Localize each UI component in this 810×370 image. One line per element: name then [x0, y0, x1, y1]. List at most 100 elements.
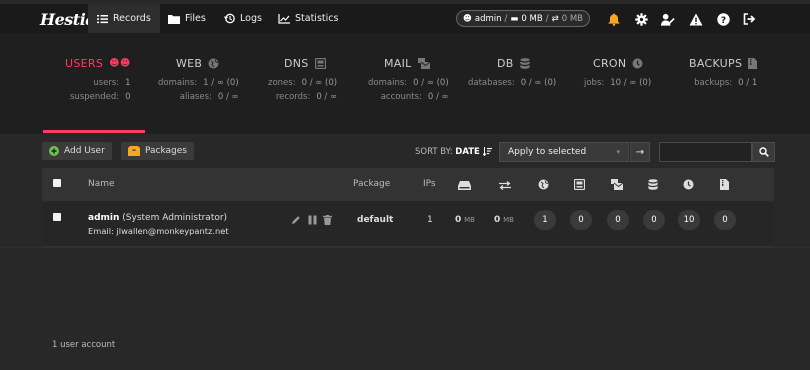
user-fullname: (System Administrator)	[122, 213, 228, 223]
database-icon	[520, 58, 530, 69]
stat-dns-title: DNS	[284, 57, 309, 70]
bell-icon	[608, 13, 620, 26]
updates-button[interactable]	[689, 12, 703, 26]
globe-icon	[208, 58, 219, 69]
stat-users-title: USERS	[65, 57, 104, 70]
user-email: jlwallen@monkeypantz.net	[116, 226, 229, 236]
user-name: admin	[474, 13, 502, 24]
top-navbar: Hestia Records Files Logs Statistics ☻ a…	[0, 4, 810, 33]
bulk-action-select[interactable]: Apply to selected ▾	[499, 142, 629, 162]
col-name[interactable]: Name	[88, 179, 115, 189]
user-bandwidth: 0 MB	[494, 215, 514, 225]
stat-dns[interactable]: DNS zones: 0 / ∞ (0) records: 0 / ∞	[268, 57, 337, 104]
user-ips: 1	[427, 215, 433, 225]
user-menu[interactable]: ☻ admin / ▬ 0 MB / ⇄ 0 MB	[456, 10, 590, 27]
stat-mail[interactable]: MAIL domains: 0 / ∞ (0) accounts: 0 / ∞	[368, 57, 449, 104]
arrow-right-icon: →	[635, 146, 645, 158]
table-row[interactable]: admin (System Administrator) Email: jlwa…	[42, 203, 774, 247]
logout-button[interactable]	[742, 12, 756, 26]
box-icon	[128, 146, 140, 156]
web-count-badge: 1	[534, 210, 556, 230]
user-bandwidth: 0 MB	[561, 13, 583, 24]
notifications-button[interactable]	[607, 12, 621, 26]
divider	[0, 247, 810, 248]
stat-label: jobs:	[584, 78, 605, 88]
database-icon	[648, 179, 658, 190]
col-ips[interactable]: IPs	[423, 179, 436, 189]
stat-value: 0 / ∞ (0)	[301, 78, 338, 88]
stat-users[interactable]: USERS ☻☻ users: 1 suspended: 0	[62, 57, 131, 104]
file-archive-icon	[748, 58, 758, 69]
table-header: Name Package IPs	[42, 168, 774, 201]
users-icon: ☻☻	[109, 58, 131, 69]
search-input[interactable]	[659, 142, 752, 162]
stat-value: 0 / ∞ (0)	[520, 78, 557, 88]
add-user-label: Add User	[64, 146, 105, 156]
stat-label: domains:	[368, 78, 408, 88]
row-checkbox[interactable]	[53, 213, 61, 221]
help-button[interactable]: ?	[716, 12, 730, 26]
sort-by-label: SORT BY:	[415, 147, 453, 157]
user-disk: 0 MB	[455, 215, 475, 225]
chart-line-icon	[278, 13, 290, 24]
user-disk: 0 MB	[521, 13, 543, 24]
gear-icon	[634, 12, 648, 26]
users-button[interactable]	[661, 12, 675, 26]
edit-icon[interactable]	[291, 215, 301, 225]
mail-bulk-icon	[611, 179, 623, 190]
stat-label: zones:	[268, 78, 296, 88]
tab-statistics-label: Statistics	[295, 13, 339, 24]
stat-backups[interactable]: BACKUPS backups: 0 / 1	[689, 57, 758, 90]
stat-value: 1	[125, 78, 131, 88]
mail-count-badge: 0	[607, 210, 629, 230]
trash-icon[interactable]	[323, 215, 332, 225]
disk-value: 0	[455, 215, 462, 225]
stat-value: 0 / ∞	[427, 92, 449, 102]
stat-web[interactable]: WEB domains: 1 / ∞ (0) aliases: 0 / ∞	[158, 57, 239, 104]
stat-label: suspended:	[70, 92, 120, 102]
hestia-logo[interactable]: Hestia	[40, 10, 96, 29]
apply-button[interactable]: →	[630, 142, 650, 162]
mail-bulk-icon	[417, 58, 430, 69]
globe-icon	[538, 179, 549, 190]
stats-panel: USERS ☻☻ users: 1 suspended: 0 WEB domains…	[0, 33, 810, 134]
username-link[interactable]: admin	[88, 213, 119, 223]
sort-control[interactable]: SORT BY: DATE	[415, 147, 492, 157]
tab-logs[interactable]: Logs	[224, 4, 262, 33]
search-icon	[758, 147, 769, 157]
stat-db[interactable]: DB databases: 0 / ∞ (0)	[468, 57, 556, 90]
tab-files-label: Files	[185, 13, 206, 24]
exchange-icon	[499, 181, 511, 190]
server-settings-button[interactable]	[634, 12, 648, 26]
stat-backups-title: BACKUPS	[689, 57, 743, 70]
stat-value: 0 / 1	[738, 78, 758, 88]
list-icon	[97, 14, 108, 23]
pause-icon[interactable]	[308, 215, 317, 225]
user-count: 1 user account	[52, 340, 116, 350]
bandwidth-unit: MB	[503, 216, 514, 224]
search-button[interactable]	[752, 142, 775, 162]
stat-label: domains:	[158, 78, 198, 88]
address-card-icon	[314, 58, 326, 69]
tab-files[interactable]: Files	[168, 4, 206, 33]
packages-button[interactable]: Packages	[121, 142, 194, 160]
tab-statistics[interactable]: Statistics	[278, 4, 338, 33]
tab-logs-label: Logs	[240, 13, 262, 24]
question-circle-icon: ?	[716, 12, 730, 26]
chevron-down-icon: ▾	[616, 148, 620, 156]
tab-records[interactable]: Records	[88, 4, 160, 33]
sort-field: DATE	[455, 147, 480, 157]
select-all-checkbox[interactable]	[53, 179, 61, 187]
svg-text:?: ?	[720, 16, 725, 26]
cron-count-badge: 10	[678, 210, 700, 230]
user-package: default	[357, 215, 394, 225]
stat-cron[interactable]: CRON jobs: 10 / ∞ (0)	[584, 57, 651, 90]
warning-icon	[689, 13, 703, 25]
stat-value: 0 / ∞ (0)	[413, 78, 449, 88]
stat-value: 1 / ∞ (0)	[203, 78, 239, 88]
stat-label: backups:	[694, 78, 733, 88]
toolbar: Add User Packages SORT BY: DATE Apply to…	[0, 134, 810, 168]
col-package[interactable]: Package	[353, 179, 390, 189]
stat-label: accounts:	[380, 92, 422, 102]
add-user-button[interactable]: Add User	[42, 142, 112, 160]
